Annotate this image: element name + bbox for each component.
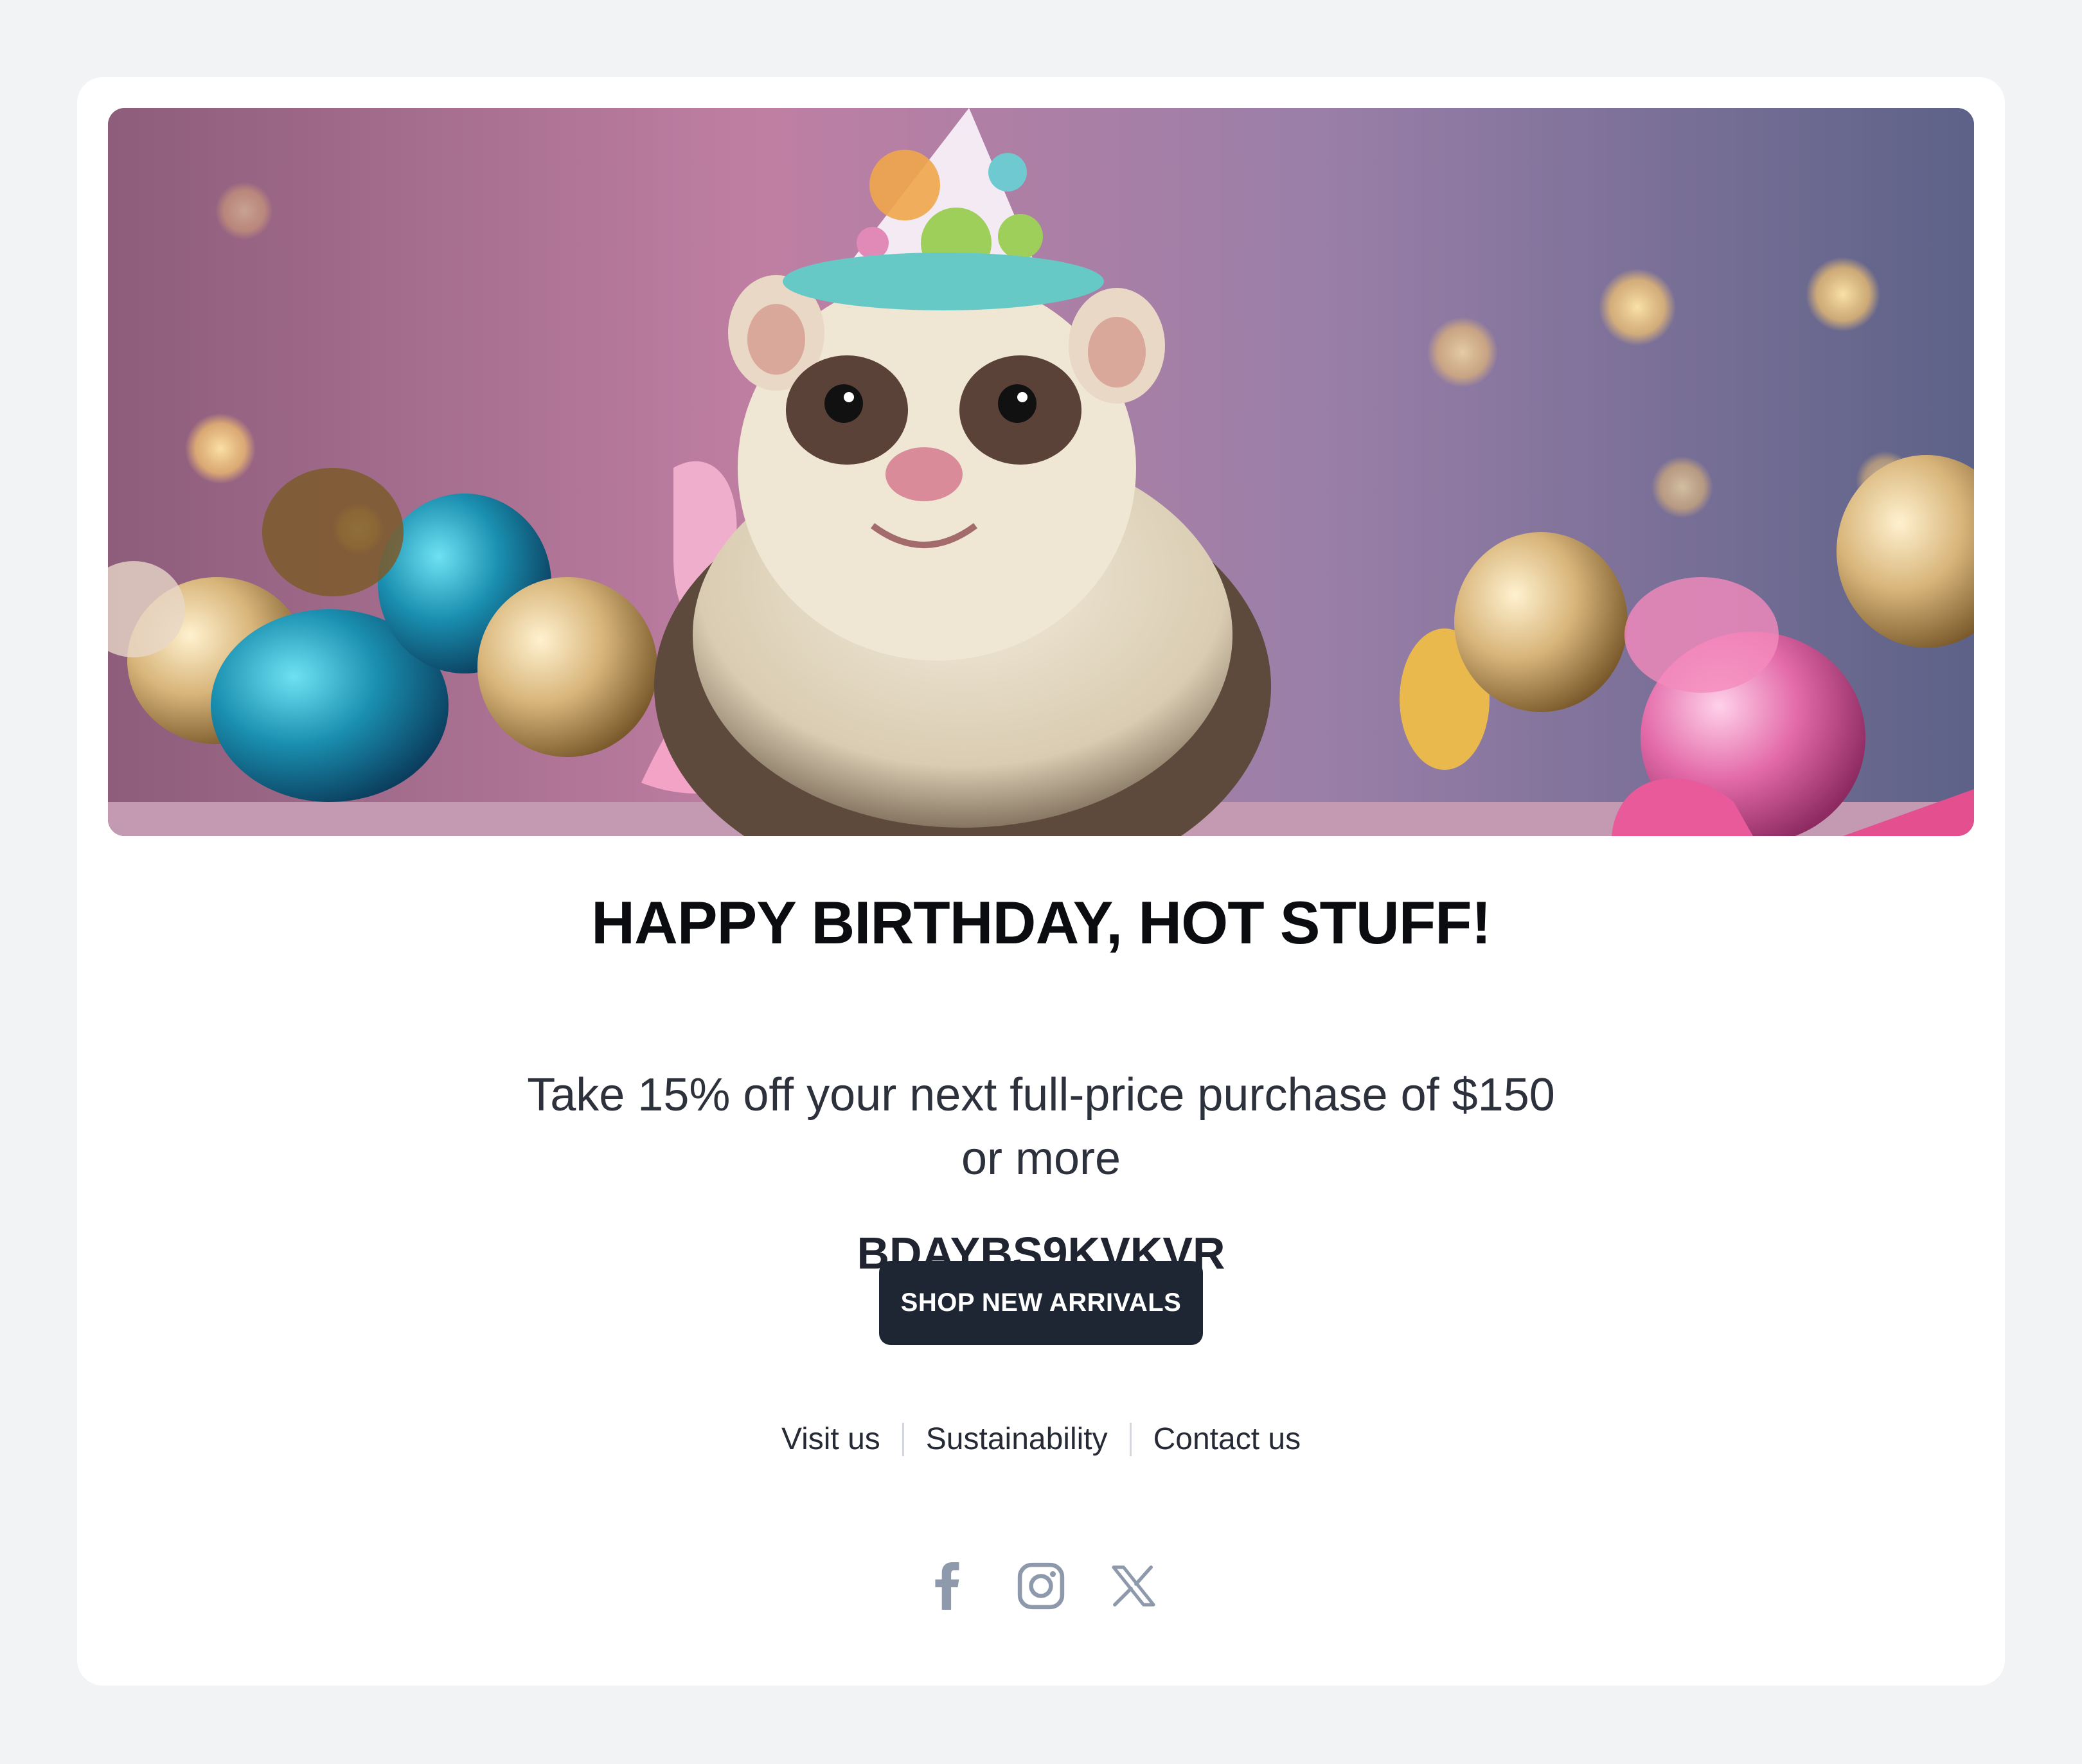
x-icon[interactable]: [1110, 1562, 1157, 1610]
divider: [1129, 1422, 1132, 1456]
footer-link-sustainability[interactable]: Sustainability: [926, 1421, 1108, 1457]
headline: HAPPY BIRTHDAY, HOT STUFF!: [591, 889, 1491, 956]
hero-image: [108, 108, 1974, 836]
footer-link-visit-us[interactable]: Visit us: [781, 1421, 880, 1457]
instagram-icon[interactable]: [1017, 1562, 1065, 1610]
offer-text: Take 15% off your next full-price purcha…: [527, 1069, 1555, 1185]
footer-link-contact-us[interactable]: Contact us: [1153, 1421, 1301, 1457]
divider: [902, 1422, 904, 1456]
shop-new-arrivals-button[interactable]: SHOP NEW ARRIVALS: [879, 1261, 1203, 1345]
facebook-icon[interactable]: [925, 1562, 972, 1610]
email-card: HAPPY BIRTHDAY, HOT STUFF! Take 15% off …: [77, 77, 2005, 1686]
footer-links: Visit us Sustainability Contact us: [77, 1421, 2005, 1457]
social-links: [77, 1562, 2005, 1610]
